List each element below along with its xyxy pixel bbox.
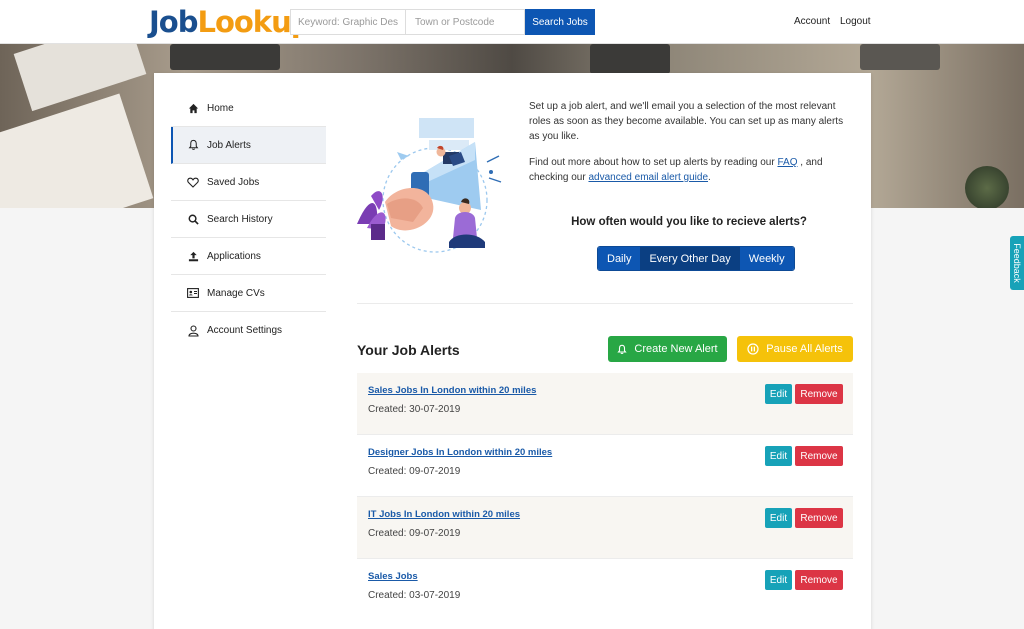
account-link[interactable]: Account (794, 16, 830, 27)
hero-plant (965, 166, 1009, 208)
job-alerts-heading: Your Job Alerts (357, 342, 460, 358)
hero-paper (13, 44, 147, 112)
logout-link[interactable]: Logout (840, 16, 871, 27)
sidebar-item-label: Manage CVs (207, 287, 265, 299)
search-jobs-button[interactable]: Search Jobs (525, 9, 595, 35)
upload-icon (186, 249, 200, 263)
job-alert-intro: Set up a job alert, and we'll email you … (529, 99, 849, 196)
sidebar-item-label: Home (207, 102, 234, 114)
intro-text-segment: Find out more about how to set up alerts… (529, 157, 778, 168)
alert-title-link[interactable]: Designer Jobs In London within 20 miles (368, 447, 552, 458)
search-icon (186, 212, 200, 226)
logo-text-job: Job (149, 5, 198, 39)
hero-device (860, 44, 940, 70)
sidebar-item-manage-cvs[interactable]: Manage CVs (171, 275, 326, 312)
intro-paragraph: Set up a job alert, and we'll email you … (529, 101, 844, 142)
alert-created-date: Created: 30-07-2019 (368, 404, 461, 415)
create-new-alert-button[interactable]: Create New Alert (608, 336, 727, 362)
location-search-input[interactable] (405, 9, 525, 35)
alert-frequency-question: How often would you like to recieve aler… (571, 216, 807, 228)
keyword-search-input[interactable] (290, 9, 405, 35)
alert-row: Sales Jobs In London within 20 miles Cre… (357, 373, 853, 435)
edit-alert-button[interactable]: Edit (765, 446, 792, 466)
alert-row: Sales Jobs Created: 03-07-2019 Edit Remo… (357, 559, 853, 621)
sidebar-item-label: Search History (207, 213, 273, 225)
sidebar-item-label: Applications (207, 250, 261, 262)
id-card-icon (186, 286, 200, 300)
sidebar-item-job-alerts[interactable]: Job Alerts (171, 127, 326, 164)
edit-alert-button[interactable]: Edit (765, 508, 792, 528)
sidebar-item-label: Job Alerts (207, 139, 251, 151)
alert-title-link[interactable]: Sales Jobs (368, 571, 418, 582)
alert-title-link[interactable]: IT Jobs In London within 20 miles (368, 509, 520, 520)
intro-paragraph-help: Find out more about how to set up alerts… (529, 155, 849, 185)
remove-alert-button[interactable]: Remove (795, 384, 843, 404)
sidebar-item-home[interactable]: Home (171, 90, 326, 127)
remove-alert-button[interactable]: Remove (795, 446, 843, 466)
hero-keyboard (590, 44, 670, 74)
alert-created-date: Created: 09-07-2019 (368, 528, 461, 539)
frequency-option-every-other-day[interactable]: Every Other Day (640, 247, 740, 270)
site-header: JobLookup Search Jobs Account Logout (0, 0, 1024, 44)
alert-created-date: Created: 09-07-2019 (368, 466, 461, 477)
alert-row: IT Jobs In London within 20 miles Create… (357, 497, 853, 559)
feedback-tab[interactable]: Feedback (1010, 236, 1024, 290)
hero-paper (0, 93, 154, 208)
advanced-alert-guide-link[interactable]: advanced email alert guide (588, 172, 708, 183)
alert-row: Designer Jobs In London within 20 miles … (357, 435, 853, 497)
pause-all-alerts-button[interactable]: Pause All Alerts (737, 336, 853, 362)
edit-alert-button[interactable]: Edit (765, 384, 792, 404)
pause-all-alerts-label: Pause All Alerts (766, 343, 843, 355)
sidebar-item-account-settings[interactable]: Account Settings (171, 312, 326, 349)
edit-alert-button[interactable]: Edit (765, 570, 792, 590)
pause-circle-icon (747, 343, 759, 355)
bell-icon (617, 344, 628, 355)
bell-icon (186, 138, 200, 152)
alert-title-link[interactable]: Sales Jobs In London within 20 miles (368, 385, 536, 396)
sidebar-item-applications[interactable]: Applications (171, 238, 326, 275)
user-icon (186, 324, 200, 338)
home-icon (186, 101, 200, 115)
account-sidebar: Home Job Alerts Saved Jobs Search Histor… (171, 90, 326, 349)
sidebar-item-label: Saved Jobs (207, 176, 260, 188)
remove-alert-button[interactable]: Remove (795, 508, 843, 528)
faq-link[interactable]: FAQ (777, 157, 797, 168)
frequency-option-daily[interactable]: Daily (598, 247, 641, 270)
job-alert-list: Sales Jobs In London within 20 miles Cre… (357, 373, 853, 621)
alert-frequency-toggle: Daily Every Other Day Weekly (597, 246, 795, 271)
intro-text-segment: . (708, 172, 711, 183)
section-divider (357, 303, 853, 304)
create-new-alert-label: Create New Alert (634, 343, 718, 355)
frequency-option-weekly[interactable]: Weekly (739, 247, 794, 270)
feedback-label: Feedback (1012, 243, 1022, 283)
remove-alert-button[interactable]: Remove (795, 570, 843, 590)
heart-icon (186, 175, 200, 189)
sidebar-item-search-history[interactable]: Search History (171, 201, 326, 238)
sidebar-item-label: Account Settings (207, 325, 283, 336)
sidebar-item-saved-jobs[interactable]: Saved Jobs (171, 164, 326, 201)
job-alert-illustration (357, 112, 507, 257)
site-logo[interactable]: JobLookup (149, 5, 312, 39)
alert-created-date: Created: 03-07-2019 (368, 590, 461, 601)
hero-keyboard (170, 44, 280, 70)
